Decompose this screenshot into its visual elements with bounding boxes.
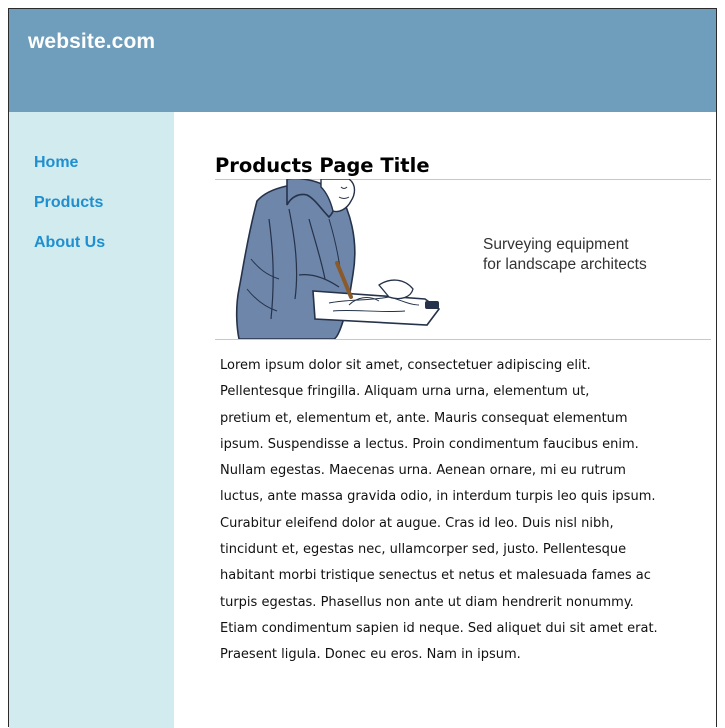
body-line: ipsum. Suspendisse a lectus. Proin condi… — [220, 436, 639, 452]
body-line: Curabitur eleifend dolor at augue. Cras … — [220, 515, 614, 531]
tagline-line: for landscape architects — [483, 256, 647, 273]
tagline-line: Surveying equipment — [483, 236, 629, 253]
nav-link-home[interactable]: Home — [34, 153, 105, 173]
nav-link-about-us[interactable]: About Us — [34, 233, 105, 253]
sidebar-item-home: Home — [34, 153, 105, 173]
sidebar: Home Products About Us — [9, 112, 174, 728]
sidebar-nav: Home Products About Us — [34, 153, 105, 273]
body-line: Nullam egestas. Maecenas urna. Aenean or… — [220, 463, 626, 479]
body-line: habitant morbi tristique senectus et net… — [220, 568, 651, 584]
sidebar-item-products: Products — [34, 193, 105, 213]
body-line: Praesent ligula. Donec eu eros. Nam in i… — [220, 647, 521, 663]
nav-link-products[interactable]: Products — [34, 193, 105, 213]
man-with-clipboard-illustration — [229, 179, 449, 339]
banner-divider — [215, 339, 711, 340]
body-line: tincidunt et, egestas nec, ullamcorper s… — [220, 542, 627, 558]
site-header: website.com — [9, 9, 716, 112]
sidebar-item-about-us: About Us — [34, 233, 105, 253]
page-title: Products Page Title — [215, 154, 430, 177]
page-frame: website.com Home Products About Us Produ… — [8, 8, 717, 728]
body-line: turpis egestas. Phasellus non ante ut di… — [220, 594, 634, 610]
body-line: pretium et, elementum et, ante. Mauris c… — [220, 410, 628, 426]
body-line: Pellentesque fringilla. Aliquam urna urn… — [220, 384, 590, 400]
body-line: luctus, ante massa gravida odio, in inte… — [220, 489, 656, 505]
body-line: Etiam condimentum sapien id neque. Sed a… — [220, 620, 658, 636]
body-paragraph: Lorem ipsum dolor sit amet, consectetuer… — [220, 353, 715, 669]
site-title[interactable]: website.com — [28, 30, 155, 54]
body-line: Lorem ipsum dolor sit amet, consectetuer… — [220, 358, 591, 373]
tagline: Surveying equipment for landscape archit… — [483, 235, 647, 275]
